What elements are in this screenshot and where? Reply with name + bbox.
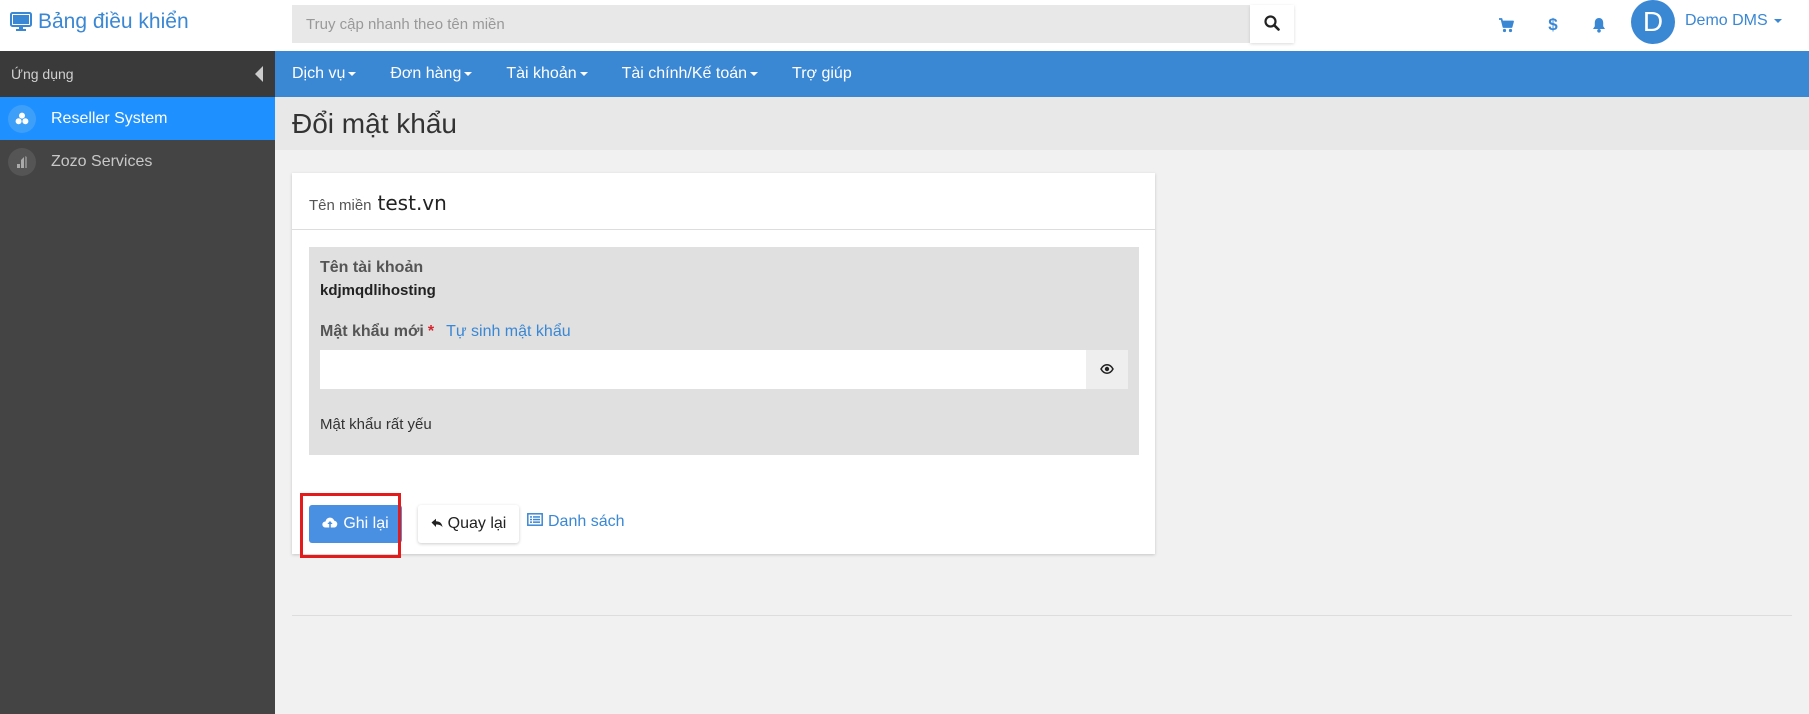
caret-down-icon — [579, 72, 588, 76]
monitor-icon — [10, 12, 32, 32]
nav-item-label: Đơn hàng — [390, 65, 462, 82]
caret-down-icon — [464, 72, 473, 76]
sidebar-title: Ứng dụng — [11, 66, 74, 82]
change-password-panel: Tên miền test.vn Tên tài khoản kdjmqdlih… — [292, 173, 1155, 558]
domain-label: Tên miền — [309, 197, 372, 214]
sidebar-header: Ứng dụng — [0, 51, 275, 97]
sidebar-item-label: Zozo Services — [51, 152, 153, 170]
caret-down-icon — [348, 72, 357, 76]
cart-icon[interactable] — [1493, 12, 1519, 38]
nav-services[interactable]: Dịch vụ — [292, 65, 357, 83]
list-link-label: Danh sách — [548, 513, 625, 530]
caret-down-icon — [750, 72, 759, 76]
list-link[interactable]: Danh sách — [527, 513, 625, 531]
list-icon — [527, 513, 543, 531]
save-button[interactable]: Ghi lại — [309, 505, 402, 543]
nav-orders[interactable]: Đơn hàng — [390, 65, 473, 83]
new-password-input[interactable] — [320, 350, 1086, 389]
page-title: Đổi mật khẩu — [292, 108, 457, 139]
search-input[interactable] — [292, 5, 1250, 43]
new-password-label: Mật khẩu mới * — [320, 323, 435, 340]
password-strength: Mật khẩu rất yếu — [320, 416, 432, 433]
sidebar-item-label: Reseller System — [51, 109, 168, 127]
user-menu[interactable]: Demo DMS — [1685, 12, 1782, 30]
sidebar-item-zozo-services[interactable]: Zozo Services — [0, 140, 275, 183]
reply-icon — [431, 515, 443, 533]
domain-value: test.vn — [377, 191, 447, 215]
user-name: Demo DMS — [1685, 12, 1768, 29]
nav-finance[interactable]: Tài chính/Kế toán — [621, 65, 759, 83]
brand-title: Bảng điều khiển — [38, 10, 189, 33]
nav-help[interactable]: Trợ giúp — [792, 65, 852, 83]
avatar[interactable]: D — [1631, 0, 1675, 44]
nav-item-label: Trợ giúp — [792, 65, 852, 82]
form-actions: Ghi lại Quay lại Danh sách — [292, 483, 1155, 558]
password-form: Tên tài khoản kdjmqdlihosting Mật khẩu m… — [309, 247, 1139, 455]
caret-down-icon — [1773, 19, 1782, 23]
new-password-row: Mật khẩu mới * Tự sinh mật khẩu — [320, 323, 1128, 341]
zozo-logo-icon — [8, 147, 36, 176]
eye-icon — [1100, 361, 1114, 379]
nav-item-label: Dịch vụ — [292, 65, 346, 82]
sidebar-item-reseller-system[interactable]: Reseller System — [0, 97, 275, 140]
account-label: Tên tài khoản — [320, 259, 424, 276]
back-button-label: Quay lại — [447, 515, 507, 532]
sidebar: Ứng dụng Reseller System Zozo Services — [0, 51, 275, 714]
back-button[interactable]: Quay lại — [418, 505, 519, 543]
dollar-icon[interactable]: $ — [1540, 12, 1566, 38]
nav-account[interactable]: Tài khoản — [506, 65, 588, 83]
password-input-group — [320, 350, 1128, 389]
required-mark: * — [427, 323, 435, 340]
account-value: kdjmqdlihosting — [320, 282, 436, 299]
nav-item-label: Tài chính/Kế toán — [621, 65, 748, 82]
search-button[interactable] — [1250, 5, 1294, 43]
generate-password-link[interactable]: Tự sinh mật khẩu — [446, 323, 571, 341]
show-password-button[interactable] — [1086, 350, 1128, 389]
quick-search — [292, 5, 1294, 43]
search-icon — [1264, 14, 1280, 34]
page-title-bar: Đổi mật khẩu — [275, 97, 1809, 150]
top-bar: Bảng điều khiển $ D Demo DMS — [0, 0, 1809, 51]
footer-divider — [292, 615, 1792, 616]
bell-icon[interactable] — [1586, 12, 1612, 38]
cubes-icon — [8, 104, 36, 133]
save-button-label: Ghi lại — [343, 515, 389, 532]
cloud-upload-icon — [322, 515, 338, 533]
nav-item-label: Tài khoản — [506, 65, 577, 82]
collapse-sidebar-icon[interactable] — [255, 66, 263, 82]
brand[interactable]: Bảng điều khiển — [10, 10, 189, 34]
main-nav: Dịch vụ Đơn hàng Tài khoản Tài chính/Kế … — [275, 51, 1809, 97]
panel-header: Tên miền test.vn — [292, 173, 1155, 230]
